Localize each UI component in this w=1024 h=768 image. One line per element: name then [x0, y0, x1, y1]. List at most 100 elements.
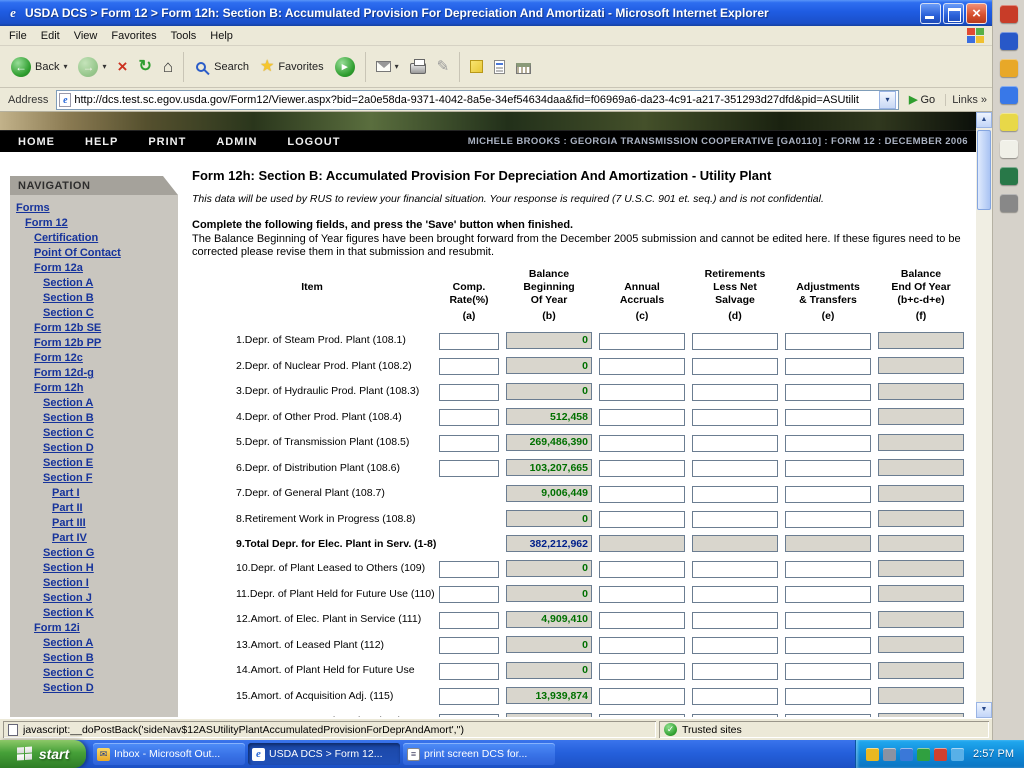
close-icon[interactable] [1000, 5, 1018, 23]
annual-accruals-input[interactable] [599, 561, 685, 578]
comp-rate-input[interactable] [439, 586, 499, 603]
taskbar-button[interactable]: Inbox - Microsoft Out... [93, 743, 245, 765]
annual-accruals-input[interactable] [599, 688, 685, 705]
ie-icon[interactable] [1000, 86, 1018, 104]
stop-button[interactable]: × [113, 54, 133, 80]
topnav-logout[interactable]: LOGOUT [287, 136, 340, 148]
annual-accruals-input[interactable] [599, 460, 685, 477]
titlebar[interactable]: e USDA DCS > Form 12 > Form 12h: Section… [0, 0, 992, 26]
annual-accruals-input[interactable] [599, 333, 685, 350]
sidebar-item-section-c[interactable]: Section C [10, 306, 178, 321]
adjustments-input[interactable] [785, 714, 871, 718]
sidebar-item-form-12a[interactable]: Form 12a [10, 261, 178, 276]
mail-icon[interactable] [1000, 59, 1018, 77]
annual-accruals-input[interactable] [599, 637, 685, 654]
shield-icon[interactable] [866, 748, 879, 761]
volume-icon[interactable] [883, 748, 896, 761]
sidebar-item-form-12c[interactable]: Form 12c [10, 351, 178, 366]
retirements-input[interactable] [692, 511, 778, 528]
mail-dropdown-icon[interactable]: ▾ [395, 62, 399, 71]
address-dropdown-icon[interactable]: ▾ [879, 91, 896, 109]
adjustments-input[interactable] [785, 511, 871, 528]
sidebar-item-form-12b-pp[interactable]: Form 12b PP [10, 336, 178, 351]
menu-item-file[interactable]: File [2, 28, 34, 44]
annual-accruals-input[interactable] [599, 435, 685, 452]
retirements-input[interactable] [692, 663, 778, 680]
retirements-input[interactable] [692, 714, 778, 718]
menu-item-tools[interactable]: Tools [164, 28, 204, 44]
antivirus-icon[interactable] [917, 748, 930, 761]
document-icon[interactable] [1000, 140, 1018, 158]
topnav-home[interactable]: HOME [18, 136, 55, 148]
sidebar-item-part-iv[interactable]: Part IV [10, 531, 178, 546]
retirements-input[interactable] [692, 333, 778, 350]
sidebar-item-section-c[interactable]: Section C [10, 426, 178, 441]
forward-dropdown-icon[interactable]: ▾ [102, 62, 106, 71]
sidebar-item-section-j[interactable]: Section J [10, 591, 178, 606]
media-button[interactable] [330, 53, 360, 81]
retirements-input[interactable] [692, 358, 778, 375]
print-button[interactable] [405, 55, 431, 78]
sidebar-item-certification[interactable]: Certification [10, 231, 178, 246]
sidebar-item-section-b[interactable]: Section B [10, 651, 178, 666]
sidebar-item-point-of-contact[interactable]: Point Of Contact [10, 246, 178, 261]
alert-icon[interactable] [934, 748, 947, 761]
sidebar-item-section-c[interactable]: Section C [10, 666, 178, 681]
retirements-input[interactable] [692, 435, 778, 452]
globe-icon[interactable] [1000, 167, 1018, 185]
sidebar-item-form-12[interactable]: Form 12 [10, 216, 178, 231]
notes-icon[interactable] [1000, 113, 1018, 131]
sidebar-item-section-e[interactable]: Section E [10, 456, 178, 471]
sidebar-item-forms[interactable]: Forms [10, 201, 178, 216]
retirements-input[interactable] [692, 612, 778, 629]
close-button[interactable] [966, 3, 987, 24]
sidebar-item-section-a[interactable]: Section A [10, 276, 178, 291]
annual-accruals-input[interactable] [599, 409, 685, 426]
adjustments-input[interactable] [785, 358, 871, 375]
go-button[interactable]: ▶ Go [904, 92, 940, 107]
adjustments-input[interactable] [785, 460, 871, 477]
discuss-button[interactable] [465, 56, 488, 77]
refresh-button[interactable]: ↻ [133, 54, 156, 80]
back-dropdown-icon[interactable]: ▾ [63, 62, 67, 71]
edit-button[interactable]: ✎ [432, 54, 455, 80]
adjustments-input[interactable] [785, 663, 871, 680]
comp-rate-input[interactable] [439, 460, 499, 477]
outlook-icon[interactable] [1000, 32, 1018, 50]
annual-accruals-input[interactable] [599, 663, 685, 680]
retirements-input[interactable] [692, 486, 778, 503]
sidebar-item-section-b[interactable]: Section B [10, 411, 178, 426]
sidebar-item-section-b[interactable]: Section B [10, 291, 178, 306]
annual-accruals-input[interactable] [599, 511, 685, 528]
adjustments-input[interactable] [785, 586, 871, 603]
adjustments-input[interactable] [785, 409, 871, 426]
annual-accruals-input[interactable] [599, 586, 685, 603]
sidebar-item-part-i[interactable]: Part I [10, 486, 178, 501]
scroll-up-icon[interactable]: ▲ [976, 112, 992, 128]
topnav-help[interactable]: HELP [85, 136, 118, 148]
adjustments-input[interactable] [785, 384, 871, 401]
comp-rate-input[interactable] [439, 688, 499, 705]
sidebar-item-section-d[interactable]: Section D [10, 681, 178, 696]
favorites-button[interactable]: ★ Favorites [255, 54, 329, 80]
comp-rate-input[interactable] [439, 561, 499, 578]
vertical-scrollbar[interactable]: ▲ ▼ [976, 112, 992, 718]
sidebar-item-part-ii[interactable]: Part II [10, 501, 178, 516]
retirements-input[interactable] [692, 586, 778, 603]
research-button[interactable] [511, 56, 536, 78]
retirements-input[interactable] [692, 637, 778, 654]
retirements-input[interactable] [692, 384, 778, 401]
comp-rate-input[interactable] [439, 435, 499, 452]
restore-button[interactable] [943, 3, 964, 24]
annual-accruals-input[interactable] [599, 486, 685, 503]
scrollbar-thumb[interactable] [977, 130, 991, 210]
address-input[interactable] [74, 94, 876, 106]
retirements-input[interactable] [692, 409, 778, 426]
comp-rate-input[interactable] [439, 612, 499, 629]
home-button[interactable]: ⌂ [158, 54, 178, 80]
menu-item-view[interactable]: View [67, 28, 105, 44]
sidebar-item-section-a[interactable]: Section A [10, 396, 178, 411]
adjustments-input[interactable] [785, 333, 871, 350]
sidebar-item-form-12d-g[interactable]: Form 12d-g [10, 366, 178, 381]
clock-icon[interactable] [1000, 194, 1018, 212]
